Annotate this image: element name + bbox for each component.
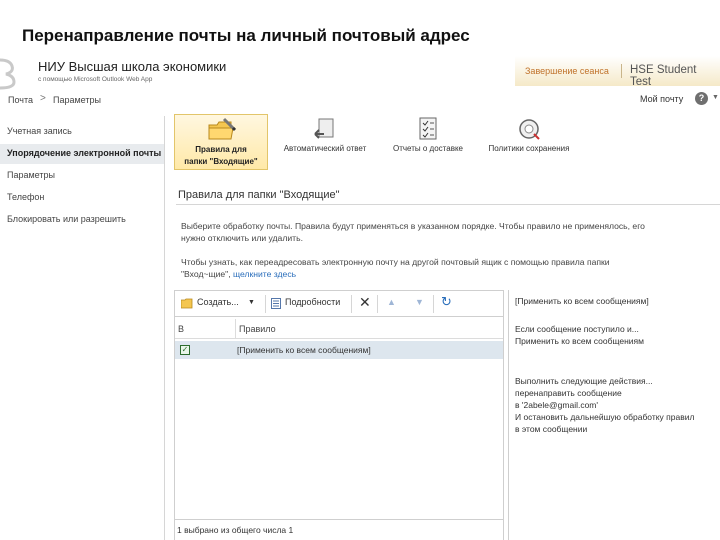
tab-label: Правила для — [195, 145, 247, 154]
column-divider — [235, 319, 236, 339]
page-title: Правила для папки "Входящие" — [178, 189, 340, 201]
sidebar-item-block-allow[interactable]: Блокировать или разрешить — [5, 210, 163, 230]
sidebar-item-settings[interactable]: Параметры — [5, 166, 163, 186]
rules-toolbar: Создать... ▼ Подробности ✕ ▲ ▼ ↻ — [175, 291, 503, 317]
forwarding-help-text: Чтобы узнать, как переадресовать электро… — [181, 256, 716, 280]
slide-title: Перенаправление почты на личный почтовый… — [22, 26, 470, 45]
column-rule[interactable]: Правило — [239, 324, 276, 334]
rules-header: В Правило — [175, 319, 503, 339]
divider — [377, 295, 378, 313]
user-name: HSE Student Test — [630, 64, 697, 88]
retention-policy-icon — [519, 119, 540, 140]
column-enabled[interactable]: В — [178, 324, 184, 334]
tab-delivery-reports[interactable]: Отчеты о доставке — [380, 114, 476, 170]
top-bar: НИУ Высшая школа экономики с помощью Mic… — [0, 56, 720, 90]
breadcrumb: Почта > Параметры Мой почту ? ▼ — [0, 90, 720, 114]
folder-new-icon — [181, 298, 193, 309]
selection-count: 1 выбрано из общего числа 1 — [177, 525, 294, 535]
crumb-options[interactable]: Параметры — [53, 95, 101, 105]
chevron-down-icon[interactable]: ▼ — [248, 299, 255, 306]
condition-value: Применить ко всем сообщениям — [515, 336, 644, 346]
signout-link[interactable]: Завершение сеанса — [525, 66, 609, 76]
move-up-icon[interactable]: ▲ — [387, 297, 396, 307]
condition-header: Если сообщение поступило и... — [515, 324, 639, 334]
action-forward: перенаправить сообщение — [515, 388, 622, 398]
rule-detail-pane: [Применить ко всем сообщениям] Если сооб… — [508, 290, 720, 540]
enabled-checkbox[interactable]: ✓ — [180, 345, 190, 355]
help-icon[interactable]: ? — [695, 92, 708, 105]
hse-logo-icon — [0, 58, 16, 90]
details-button[interactable]: Подробности — [285, 297, 340, 307]
action-stop-cont: в этом сообщении — [515, 424, 588, 434]
delete-icon[interactable]: ✕ — [359, 294, 371, 311]
rule-name: [Применить ко всем сообщениям] — [237, 345, 371, 355]
tab-auto-reply[interactable]: Автоматический ответ — [274, 114, 376, 170]
outlook-web-app-screenshot: НИУ Высшая школа экономики с помощью Mic… — [0, 56, 720, 540]
organize-toolbar: Правила для папки "Входящие" Автоматичес… — [172, 114, 720, 170]
sidebar-item-organize-email[interactable]: Упорядочение электронной почты — [0, 144, 164, 164]
divider — [265, 295, 266, 313]
rules-footer: 1 выбрано из общего числа 1 — [175, 519, 503, 539]
description-line: Выберите обработку почты. Правила будут … — [181, 221, 645, 231]
table-row[interactable]: ✓ [Применить ко всем сообщениям] — [175, 341, 503, 359]
org-name: НИУ Высшая школа экономики — [38, 59, 227, 74]
account-bar: Завершение сеанса HSE Student Test — [515, 56, 720, 88]
help-prefix: "Вход~щие", — [181, 269, 231, 279]
options-sidebar: Учетная запись Упорядочение электронной … — [0, 116, 165, 540]
auto-reply-icon — [314, 118, 334, 139]
org-subtitle: с помощью Microsoft Outlook Web App — [38, 76, 153, 83]
divider — [621, 64, 622, 78]
sidebar-item-account[interactable]: Учетная запись — [5, 122, 163, 142]
move-down-icon[interactable]: ▼ — [415, 297, 424, 307]
new-rule-button[interactable]: Создать... — [197, 297, 239, 307]
divider — [433, 295, 434, 313]
details-icon — [271, 298, 281, 309]
help-line: Чтобы узнать, как переадресовать электро… — [181, 257, 610, 267]
tab-retention-policies[interactable]: Политики сохранения — [480, 114, 578, 170]
tab-label: папки "Входящие" — [184, 157, 258, 166]
click-here-link[interactable]: щелкните здесь — [233, 269, 296, 279]
chevron-down-icon[interactable]: ▼ — [712, 94, 719, 101]
actions-header: Выполнить следующие действия... — [515, 376, 653, 386]
refresh-icon[interactable]: ↻ — [441, 294, 452, 310]
my-mailbox-link[interactable]: Мой почту — [640, 94, 683, 104]
tab-label: Политики сохранения — [488, 144, 570, 153]
rules-list-panel: Создать... ▼ Подробности ✕ ▲ ▼ ↻ В Прави… — [174, 290, 504, 540]
divider — [351, 295, 352, 313]
crumb-separator: > — [40, 93, 46, 104]
tab-label: Отчеты о доставке — [393, 144, 463, 153]
description-line: нужно отключить или удалить. — [181, 233, 303, 243]
sidebar-item-phone[interactable]: Телефон — [5, 188, 163, 208]
action-stop: И остановить дальнейшую обработку правил — [515, 412, 695, 422]
tab-label: Автоматический ответ — [283, 144, 367, 153]
divider — [176, 204, 720, 205]
detail-title: [Применить ко всем сообщениям] — [515, 296, 649, 306]
description-text: Выберите обработку почты. Правила будут … — [181, 220, 716, 244]
help-line: "Вход~щие", щелкните здесь — [181, 268, 716, 280]
action-target: в '2abele@gmail.com' — [515, 400, 599, 410]
folder-rules-icon — [208, 117, 236, 140]
crumb-mail[interactable]: Почта — [8, 95, 33, 105]
tab-inbox-rules[interactable]: Правила для папки "Входящие" — [174, 114, 268, 170]
delivery-report-icon — [419, 117, 437, 140]
